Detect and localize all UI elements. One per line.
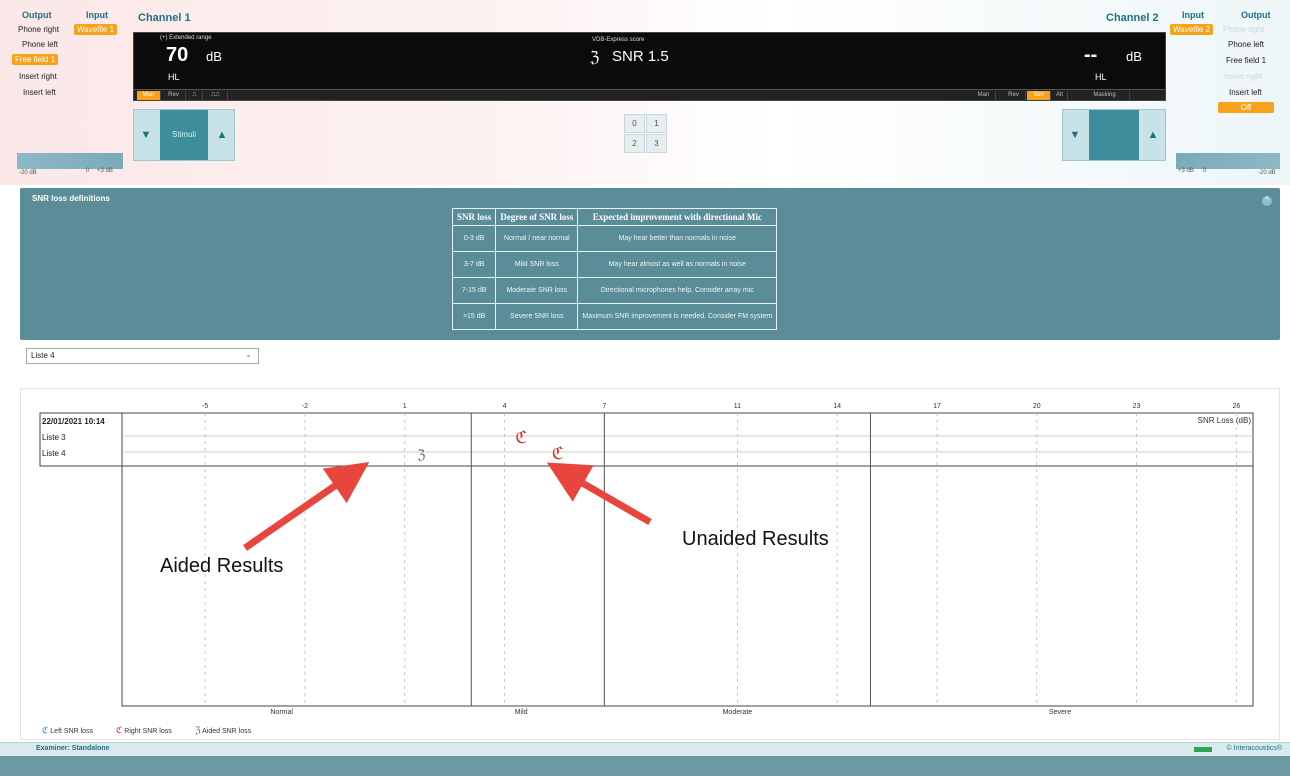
row-label: Liste 4: [42, 449, 66, 458]
x-tick-label: 20: [1033, 403, 1041, 410]
row-label: Liste 3: [42, 433, 66, 442]
status-bar: Examiner: Standalone © Interacoustics®: [0, 742, 1290, 756]
right-ear-marker: ℭ: [552, 444, 564, 464]
region-label: Severe: [1049, 709, 1071, 716]
legend-right: ℭ Right SNR loss: [116, 725, 172, 736]
session-box: [39, 412, 1254, 467]
region-label: Normal: [270, 709, 293, 716]
x-tick-label: 26: [1232, 403, 1240, 410]
x-tick-label: 14: [833, 403, 841, 410]
examiner-label: Examiner: Standalone: [36, 745, 110, 752]
x-tick-label: 17: [933, 403, 941, 410]
legend-aided-label: Aided SNR loss: [202, 728, 252, 735]
session-label: 22/01/2021 10:14: [42, 417, 105, 426]
left-ear-icon: ℭ: [42, 725, 49, 735]
region-label: Moderate: [723, 709, 753, 716]
aided-results-annotation: Aided Results: [160, 555, 284, 577]
unaided-arrow: [546, 462, 652, 526]
x-axis-label: SNR Loss (dB): [1198, 416, 1252, 425]
plot-box: [121, 412, 1254, 707]
legend-left: ℭ Left SNR loss: [42, 725, 93, 736]
bottom-bar: [0, 756, 1290, 776]
x-tick-label: -5: [202, 403, 208, 410]
snr-loss-chart: -5 -2 1 4 7 11 14 17 20 23 26SNR Loss (dB)22/01/20…: [39, 403, 1254, 716]
aided-ear-icon: ℨ: [195, 725, 201, 735]
right-ear-marker: ℭ: [515, 428, 527, 448]
x-tick-label: 1: [403, 403, 407, 410]
x-tick-label: 4: [503, 403, 507, 410]
x-tick-label: 23: [1133, 403, 1141, 410]
legend-aided: ℨ Aided SNR loss: [195, 725, 251, 736]
battery-icon: [1194, 747, 1212, 752]
unaided-results-annotation: Unaided Results: [682, 528, 829, 550]
right-ear-icon: ℭ: [116, 725, 123, 735]
x-tick-label: 11: [734, 403, 741, 410]
x-tick-label: -2: [302, 403, 308, 410]
legend-left-label: Left SNR loss: [50, 728, 94, 735]
brand-label: © Interacoustics®: [1226, 745, 1282, 752]
region-label: Mild: [515, 709, 528, 716]
x-tick-label: 7: [602, 403, 606, 410]
aided-ear-marker: ℨ: [417, 448, 425, 463]
aided-arrow: [243, 462, 370, 551]
legend-right-label: Right SNR loss: [124, 728, 172, 735]
